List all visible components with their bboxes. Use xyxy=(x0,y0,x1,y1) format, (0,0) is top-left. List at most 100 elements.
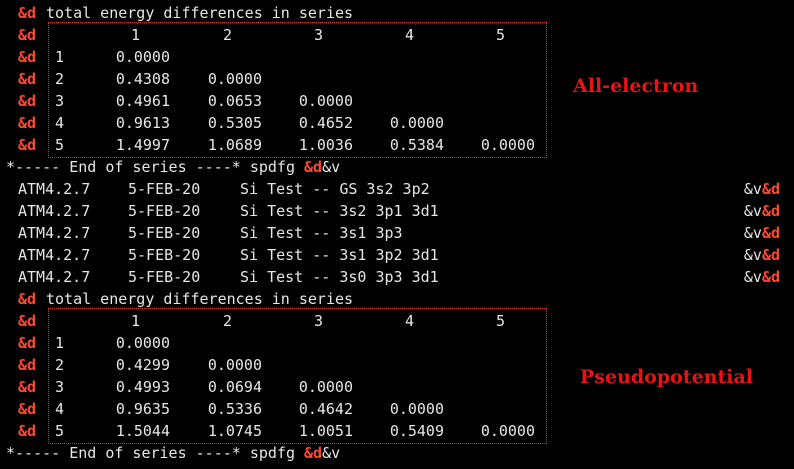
table-cell: 0.0000 xyxy=(115,334,170,352)
table-cell: 0.5336 xyxy=(207,400,262,418)
row-number: 1 xyxy=(55,48,65,66)
table-row: &d 4 0.9635 0.5336 0.4642 0.0000 xyxy=(0,398,794,420)
table-cell: 0.5305 xyxy=(207,114,262,132)
table-cell: 1.0051 xyxy=(298,422,353,440)
marker-d: &d xyxy=(304,444,323,462)
row-number: 5 xyxy=(55,136,65,154)
atm-date: 5-FEB-20 xyxy=(128,268,201,286)
marker-v: &v xyxy=(743,224,762,242)
atm-date: 5-FEB-20 xyxy=(128,202,201,220)
series-header-text: total energy differences in series xyxy=(46,4,354,22)
marker-v: &v xyxy=(743,246,762,264)
marker-d: &d xyxy=(761,268,780,286)
column-header-line: &d 1 2 3 4 5 xyxy=(0,24,794,46)
row-number: 2 xyxy=(55,70,65,88)
atm-program: ATM4.2.7 xyxy=(18,202,91,220)
table-cell: 0.4993 xyxy=(115,378,170,396)
table-row: &d 1 0.0000 xyxy=(0,332,794,354)
table-cell: 0.0000 xyxy=(298,378,353,396)
table-cell: 0.5384 xyxy=(389,136,444,154)
column-header: 5 xyxy=(495,312,505,330)
atm-end-markers: &v&d xyxy=(744,200,780,222)
table-cell: 0.4961 xyxy=(115,92,170,110)
atm-date: 5-FEB-20 xyxy=(128,224,201,242)
atm-date: 5-FEB-20 xyxy=(128,246,201,264)
table-row: &d 4 0.9613 0.5305 0.4652 0.0000 xyxy=(0,112,794,134)
table-row: &d 5 1.4997 1.0689 1.0036 0.5384 0.0000 xyxy=(0,134,794,156)
marker-d: &d xyxy=(18,114,37,132)
table-cell: 0.4652 xyxy=(298,114,353,132)
table-cell: 0.0000 xyxy=(298,92,353,110)
marker-d: &d xyxy=(18,70,37,88)
table-cell: 0.0000 xyxy=(389,114,444,132)
atm-description: Si Test -- 3s2 3p1 3d1 xyxy=(240,202,439,220)
atm-description: Si Test -- 3s1 3p3 xyxy=(240,224,403,242)
row-number: 1 xyxy=(55,334,65,352)
marker-d: &d xyxy=(18,356,37,374)
column-header: 2 xyxy=(222,26,232,44)
series-header-line: &d total energy differences in series xyxy=(0,288,794,310)
table-cell: 0.0000 xyxy=(207,70,262,88)
end-of-series-line: *----- End of series ----* spdfg &d&v xyxy=(0,156,794,178)
marker-d: &d xyxy=(18,312,37,330)
table-cell: 0.5409 xyxy=(389,422,444,440)
atm-end-markers: &v&d xyxy=(744,244,780,266)
row-number: 2 xyxy=(55,356,65,374)
atm-date: 5-FEB-20 xyxy=(128,180,201,198)
atm-program: ATM4.2.7 xyxy=(18,180,91,198)
table-cell: 0.0000 xyxy=(389,400,444,418)
marker-d: &d xyxy=(18,136,37,154)
table-cell: 0.0653 xyxy=(207,92,262,110)
table-cell: 0.0000 xyxy=(207,356,262,374)
atm-line: ATM4.2.7 5-FEB-20 Si Test -- GS 3s2 3p2 &v&… xyxy=(0,178,794,200)
atm-program: ATM4.2.7 xyxy=(18,224,91,242)
marker-v: &v xyxy=(743,268,762,286)
row-number: 3 xyxy=(55,92,65,110)
all-electron-annotation: All-electron xyxy=(573,75,699,97)
atm-line: ATM4.2.7 5-FEB-20 Si Test -- 3s2 3p1 3d1 &v… xyxy=(0,200,794,222)
table-cell: 1.0036 xyxy=(298,136,353,154)
atm-description: Si Test -- GS 3s2 3p2 xyxy=(240,180,430,198)
series-header-line: &d total energy differences in series xyxy=(0,2,794,24)
column-header: 3 xyxy=(313,26,323,44)
atm-line: ATM4.2.7 5-FEB-20 Si Test -- 3s1 3p3 &v&d xyxy=(0,222,794,244)
column-header: 5 xyxy=(495,26,505,44)
column-header: 3 xyxy=(313,312,323,330)
table-cell: 0.4642 xyxy=(298,400,353,418)
column-header: 4 xyxy=(404,26,414,44)
table-cell: 1.5044 xyxy=(115,422,170,440)
marker-d: &d xyxy=(761,202,780,220)
column-header: 1 xyxy=(130,26,140,44)
marker-d: &d xyxy=(18,290,37,308)
marker-d: &d xyxy=(18,422,37,440)
atm-description: Si Test -- 3s1 3p2 3d1 xyxy=(240,246,439,264)
row-number: 4 xyxy=(55,114,65,132)
marker-d: &d xyxy=(18,48,37,66)
atm-end-markers: &v&d xyxy=(744,178,780,200)
marker-d: &d xyxy=(18,334,37,352)
table-cell: 0.4308 xyxy=(115,70,170,88)
table-cell: 0.0694 xyxy=(207,378,262,396)
end-of-series-text: *----- End of series ----* spdfg &d&v xyxy=(6,444,341,462)
table-cell: 0.0000 xyxy=(480,136,535,154)
atm-end-markers: &v&d xyxy=(744,222,780,244)
table-cell: 0.0000 xyxy=(115,48,170,66)
marker-v: &v xyxy=(322,444,341,462)
end-of-series-line: *----- End of series ----* spdfg &d&v xyxy=(0,442,794,464)
row-number: 4 xyxy=(55,400,65,418)
column-header-line: &d 1 2 3 4 5 xyxy=(0,310,794,332)
marker-v: &v xyxy=(743,180,762,198)
marker-d: &d xyxy=(304,158,323,176)
table-cell: 0.9635 xyxy=(115,400,170,418)
pseudopotential-annotation: Pseudopotential xyxy=(580,366,754,388)
column-header: 2 xyxy=(222,312,232,330)
table-cell: 1.0745 xyxy=(207,422,262,440)
table-row: &d 1 0.0000 xyxy=(0,46,794,68)
atm-line: ATM4.2.7 5-FEB-20 Si Test -- 3s1 3p2 3d1 &v… xyxy=(0,244,794,266)
table-cell: 1.0689 xyxy=(207,136,262,154)
row-number: 3 xyxy=(55,378,65,396)
marker-d: &d xyxy=(18,400,37,418)
atm-description: Si Test -- 3s0 3p3 3d1 xyxy=(240,268,439,286)
table-cell: 0.9613 xyxy=(115,114,170,132)
table-cell: 1.4997 xyxy=(115,136,170,154)
